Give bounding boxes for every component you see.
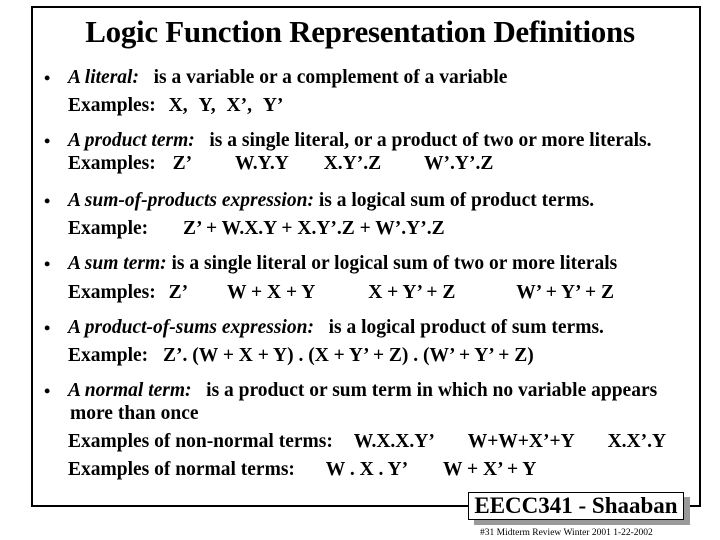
examples-normal: Examples of normal terms: W . X . Y’ W +… <box>68 459 536 481</box>
example: W+W+X’+Y <box>467 431 575 452</box>
example: X.X’.Y <box>607 431 667 452</box>
term-label: A normal term: <box>68 380 192 401</box>
example: X’, <box>226 95 252 116</box>
example: Y, <box>198 95 216 116</box>
example: W.Y.Y <box>235 153 289 174</box>
examples-sum-of-products: Example: Z’ + W.X.Y + X.Y’.Z + W’.Y’.Z <box>68 218 445 240</box>
definition-text: is a variable or a complement of a varia… <box>153 67 508 88</box>
term-label: A sum-of-products expression: <box>68 190 314 211</box>
example: X + Y’ + Z <box>368 282 456 303</box>
definition-text: is a product or sum term in which no var… <box>206 380 658 401</box>
example: W + X + Y <box>227 282 316 303</box>
definition-text: is a single literal, or a product of two… <box>209 130 652 151</box>
examples-product-term: Examples: Z’ W.Y.Y X.Y’.Z W’.Y’.Z <box>68 153 493 175</box>
bullet: • <box>44 254 51 274</box>
definition-literal: A literal: is a variable or a complement… <box>68 67 507 89</box>
example: Z’ <box>172 153 193 174</box>
bullet: • <box>44 381 51 401</box>
example-label: Example: <box>68 345 149 366</box>
slide-title: Logic Function Representation Definition… <box>85 14 635 49</box>
example: W’ + Y’ + Z <box>516 282 614 303</box>
example-label: Examples: <box>68 282 156 303</box>
definition-product-term: A product term: is a single literal, or … <box>68 130 652 152</box>
term-label: A literal: <box>68 67 139 88</box>
example: W . X . Y’ <box>325 459 409 480</box>
bullet: • <box>44 191 51 211</box>
example: Y’ <box>262 95 284 116</box>
example: W + X’ + Y <box>443 459 537 480</box>
footer-note: #31 Midterm Review Winter 2001 1-22-2002 <box>480 528 653 538</box>
example: X, <box>168 95 188 116</box>
course-badge: EECC341 - Shaaban <box>468 492 684 520</box>
definition-text: is a single literal or logical sum of tw… <box>171 253 618 274</box>
term-label: A product-of-sums expression: <box>68 317 314 338</box>
definition-continuation: more than once <box>70 403 199 424</box>
definition-product-of-sums: A product-of-sums expression: is a logic… <box>68 317 604 339</box>
example: W’.Y’.Z <box>424 153 494 174</box>
definition-sum-of-products: A sum-of-products expression: is a logic… <box>68 190 594 212</box>
example: W.X.X.Y’ <box>353 431 435 452</box>
bullet: • <box>44 318 51 338</box>
bullet: • <box>44 131 51 151</box>
examples-non-normal: Examples of non-normal terms: W.X.X.Y’ W… <box>68 431 666 453</box>
term-label: A product term: <box>68 130 195 151</box>
definition-normal-term: A normal term: is a product or sum term … <box>68 380 657 402</box>
example: Z’. (W + X + Y) . (X + Y’ + Z) . (W’ + Y… <box>163 345 534 366</box>
examples-sum-term: Examples: Z’ W + X + Y X + Y’ + Z W’ + Y… <box>68 282 614 304</box>
example-label: Examples of normal terms: <box>68 459 295 480</box>
example-label: Example: <box>68 218 149 239</box>
example-label: Examples of non-normal terms: <box>68 431 333 452</box>
term-label: A sum term: <box>68 253 167 274</box>
example: X.Y’.Z <box>323 153 382 174</box>
examples-literal: Examples: X, Y, X’, Y’ <box>68 95 283 117</box>
example: Z’ + W.X.Y + X.Y’.Z + W’.Y’.Z <box>183 218 445 239</box>
definition-text: is a logical product of sum terms. <box>328 317 604 338</box>
example-label: Examples: <box>68 95 156 116</box>
definition-sum-term: A sum term: is a single literal or logic… <box>68 253 617 275</box>
definition-text: is a logical sum of product terms. <box>318 190 595 211</box>
example-label: Examples: <box>68 153 156 174</box>
bullet: • <box>44 68 51 88</box>
example: Z’ <box>168 282 189 303</box>
examples-product-of-sums: Example: Z’. (W + X + Y) . (X + Y’ + Z) … <box>68 345 534 367</box>
